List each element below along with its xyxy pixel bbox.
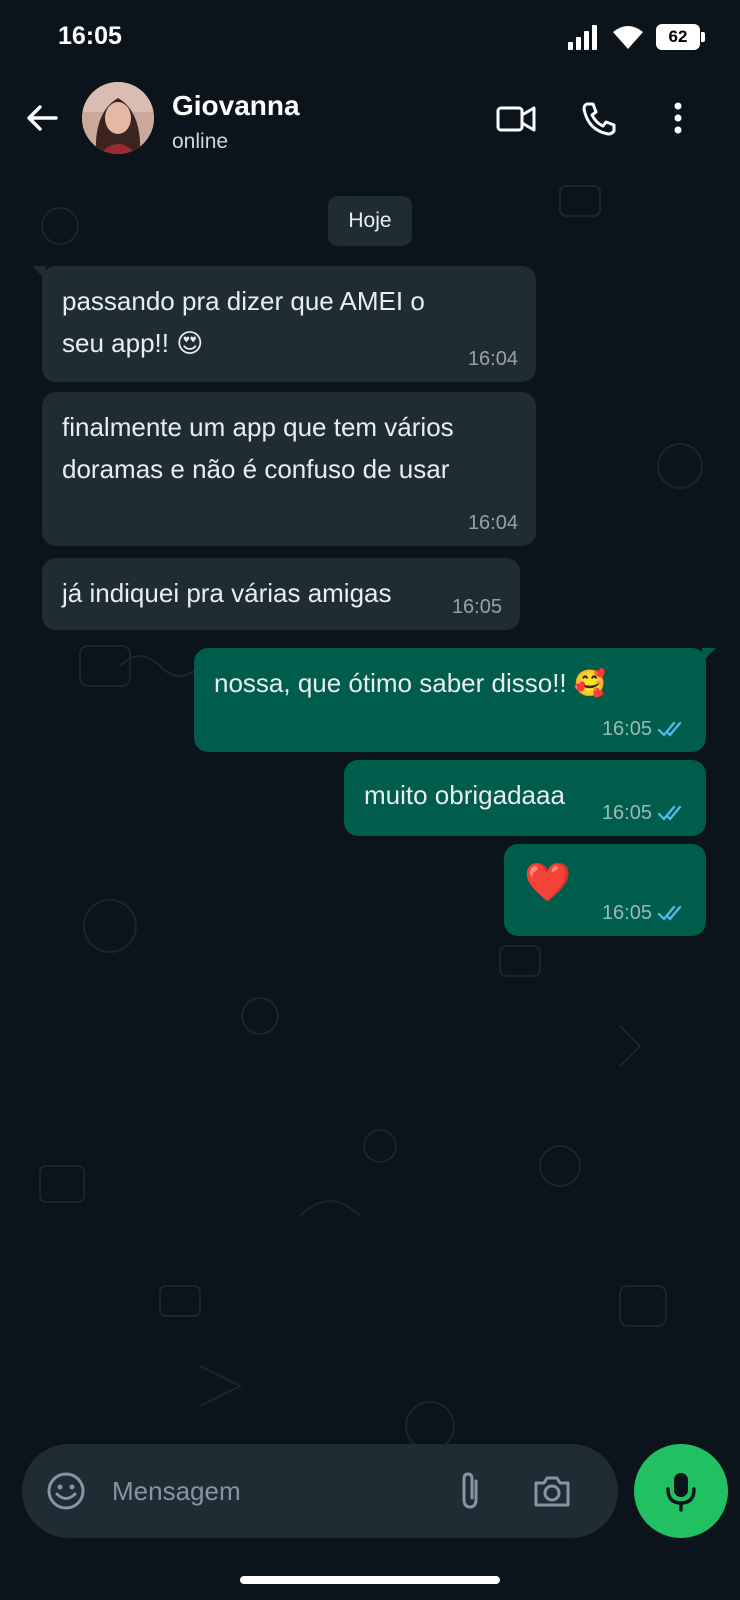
chat-area[interactable]: Hoje passando pra dizer que AMEI o seu a… <box>0 166 740 1600</box>
read-ticks-icon <box>658 721 682 737</box>
status-time: 16:05 <box>58 22 122 50</box>
battery-level: 62 <box>668 27 688 46</box>
more-options-icon[interactable] <box>658 98 698 138</box>
message-text: ❤️ <box>524 862 572 904</box>
message-meta: 16:04 <box>468 512 518 534</box>
microphone-icon <box>666 1473 696 1512</box>
contact-name[interactable]: Giovanna <box>172 90 300 122</box>
message-bubble-outgoing[interactable]: muito obrigadaaa 16:05 <box>344 760 706 836</box>
message-bubble-outgoing[interactable]: ❤️ 16:05 <box>504 844 706 936</box>
date-divider-label: Hoje <box>348 209 392 232</box>
emoji-icon[interactable] <box>44 1469 88 1513</box>
avatar-image <box>82 82 154 154</box>
video-call-icon[interactable] <box>494 98 538 138</box>
contact-status: online <box>172 130 229 153</box>
message-meta: 16:05 <box>602 902 688 924</box>
bubble-tail <box>32 266 46 280</box>
chat-header: Giovanna online <box>0 78 740 166</box>
message-text: nossa, que ótimo saber disso!! 🥰 <box>214 668 607 698</box>
battery-icon: 62 <box>656 24 705 50</box>
voice-record-button[interactable] <box>634 1444 728 1538</box>
message-text: muito obrigadaaa <box>364 780 565 810</box>
message-composer[interactable]: Mensagem <box>22 1444 618 1538</box>
attach-icon[interactable] <box>448 1469 492 1513</box>
message-meta: 16:04 <box>468 348 518 370</box>
read-ticks-icon <box>658 805 682 821</box>
message-meta: 16:05 <box>602 718 688 740</box>
message-bubble-outgoing[interactable]: nossa, que ótimo saber disso!! 🥰 16:05 <box>194 648 716 752</box>
message-bubble-incoming[interactable]: finalmente um app que tem vários doramas… <box>42 392 536 546</box>
date-divider: Hoje <box>328 196 412 246</box>
signal-icon <box>568 25 597 50</box>
message-time: 16:04 <box>467 512 518 534</box>
message-time: 16:04 <box>467 348 518 370</box>
back-arrow-icon[interactable] <box>22 98 62 138</box>
message-text: já indiquei pra várias amigas <box>62 578 392 608</box>
wifi-icon <box>613 26 643 49</box>
message-meta: 16:05 <box>602 802 688 824</box>
status-icons: 62 <box>568 24 705 50</box>
message-bubble-incoming[interactable]: passando pra dizer que AMEI o seu app!! … <box>32 266 536 382</box>
status-bar: 16:05 62 <box>0 0 740 78</box>
message-text: finalmente um app que tem vários doramas… <box>62 412 454 484</box>
message-meta: 16:05 <box>452 596 502 618</box>
message-time: 16:05 <box>451 596 502 618</box>
read-ticks-icon <box>658 905 682 921</box>
message-time: 16:05 <box>601 902 652 924</box>
message-bubble-incoming[interactable]: já indiquei pra várias amigas 16:05 <box>42 558 520 630</box>
avatar[interactable] <box>82 82 154 154</box>
bubble-tail <box>702 648 716 662</box>
message-time: 16:05 <box>601 718 652 740</box>
message-input[interactable]: Mensagem <box>112 1476 241 1507</box>
home-indicator[interactable] <box>240 1576 500 1584</box>
phone-call-icon[interactable] <box>578 98 622 138</box>
message-time: 16:05 <box>601 802 652 824</box>
message-text: passando pra dizer que AMEI o seu app!! … <box>62 286 425 358</box>
camera-icon[interactable] <box>530 1469 574 1513</box>
